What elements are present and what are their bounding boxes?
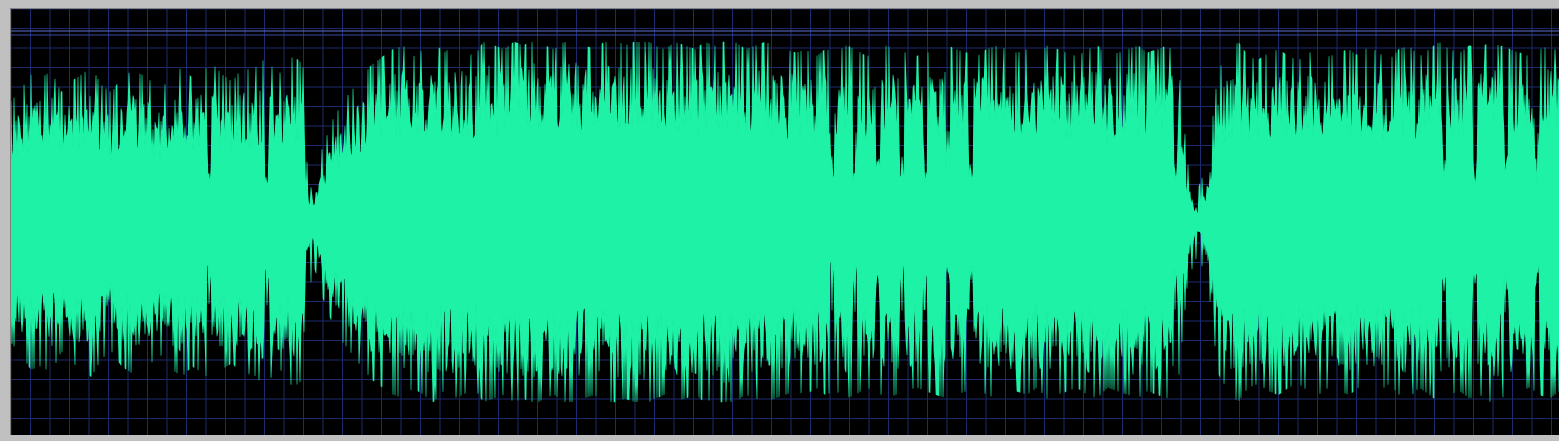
waveform-display[interactable] <box>10 8 1559 435</box>
bottom-frame <box>0 435 1559 441</box>
waveform-canvas[interactable] <box>11 9 1559 435</box>
waveform-editor-window <box>0 0 1559 441</box>
